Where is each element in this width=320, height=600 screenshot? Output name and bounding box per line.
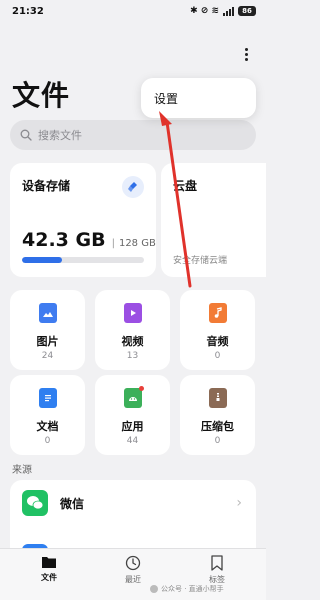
menu-item-settings[interactable]: 设置 (154, 90, 178, 107)
storage-separator: | (111, 238, 115, 249)
watermark-text: 公众号 · 直通小帮手 (161, 585, 224, 593)
notification-dot (138, 386, 144, 391)
category-label: 压缩包 (201, 420, 234, 433)
category-apps[interactable]: 应用 44 (95, 375, 170, 455)
more-dot (244, 47, 248, 51)
category-count: 44 (126, 436, 139, 446)
category-images[interactable]: 图片 24 (10, 290, 85, 370)
cloud-title: 云盘 (173, 179, 198, 193)
wechat-icon (22, 490, 48, 516)
category-label: 文档 (36, 420, 59, 433)
category-videos[interactable]: 视频 13 (95, 290, 170, 370)
android-icon (123, 386, 144, 408)
category-count: 24 (41, 351, 54, 361)
cloud-drive-card[interactable]: 云盘 安全存储云端 (161, 163, 266, 277)
category-audio[interactable]: 音频 0 (180, 290, 255, 370)
watermark: 公众号 · 直通小帮手 (150, 584, 224, 594)
source-label: 微信 (60, 496, 85, 511)
clock-icon (125, 555, 141, 571)
storage-progress-fill (22, 257, 63, 263)
nav-tab-files[interactable]: 文件 (19, 555, 79, 583)
music-icon (208, 303, 227, 323)
image-icon (38, 303, 57, 323)
nav-label: 文件 (41, 573, 57, 582)
source-item-wechat[interactable]: 微信 › (10, 480, 256, 526)
status-icons: ✱ ⊘ ≋ 86 (190, 6, 256, 16)
category-archives[interactable]: 压缩包 0 (180, 375, 255, 455)
category-count: 13 (126, 351, 139, 361)
category-label: 视频 (121, 335, 144, 348)
nav-tab-recent[interactable]: 最近 (103, 555, 163, 585)
search-placeholder: 搜索文件 (38, 129, 82, 142)
search-icon (20, 129, 32, 141)
document-icon (38, 388, 57, 408)
bookmark-icon (211, 555, 223, 571)
status-bar: 21:32 ✱ ⊘ ≋ 86 (0, 0, 266, 22)
category-count: 0 (44, 436, 51, 446)
sources-section-label: 来源 (12, 465, 32, 476)
category-count: 0 (214, 351, 221, 361)
more-dot (244, 52, 248, 56)
page-title: 文件 (12, 79, 71, 112)
wechat-icon (150, 585, 158, 593)
device-storage-card[interactable]: 设备存储 42.3 GB | 128 GB (10, 163, 156, 277)
cloud-subtitle: 安全存储云端 (173, 256, 228, 266)
more-dot (244, 57, 248, 61)
storage-progress-bar (22, 257, 144, 263)
folder-icon (42, 557, 56, 568)
category-count: 0 (214, 436, 221, 446)
nav-label: 最近 (125, 575, 141, 584)
storage-used: 42.3 GB (22, 229, 106, 251)
category-label: 图片 (36, 335, 59, 348)
more-options-button[interactable] (238, 42, 254, 66)
bottom-nav: 文件 最近 标签 (0, 548, 266, 600)
popup-menu: 设置 (141, 78, 256, 118)
archive-icon (208, 388, 227, 408)
storage-total: 128 GB (118, 238, 156, 249)
broom-icon (128, 182, 137, 192)
status-glyphs: ✱ ⊘ ≋ (190, 6, 219, 16)
video-icon (123, 303, 142, 323)
signal-icon (223, 6, 234, 16)
clean-button[interactable] (122, 176, 144, 198)
search-input[interactable]: 搜索文件 (10, 120, 256, 150)
category-label: 应用 (121, 420, 144, 433)
chevron-right-icon: › (236, 495, 242, 511)
category-label: 音频 (206, 335, 229, 348)
status-time: 21:32 (12, 5, 44, 17)
category-documents[interactable]: 文档 0 (10, 375, 85, 455)
battery-icon: 86 (238, 6, 256, 16)
nav-tab-tags[interactable]: 标签 (187, 555, 247, 585)
storage-values: 42.3 GB | 128 GB (22, 229, 156, 251)
